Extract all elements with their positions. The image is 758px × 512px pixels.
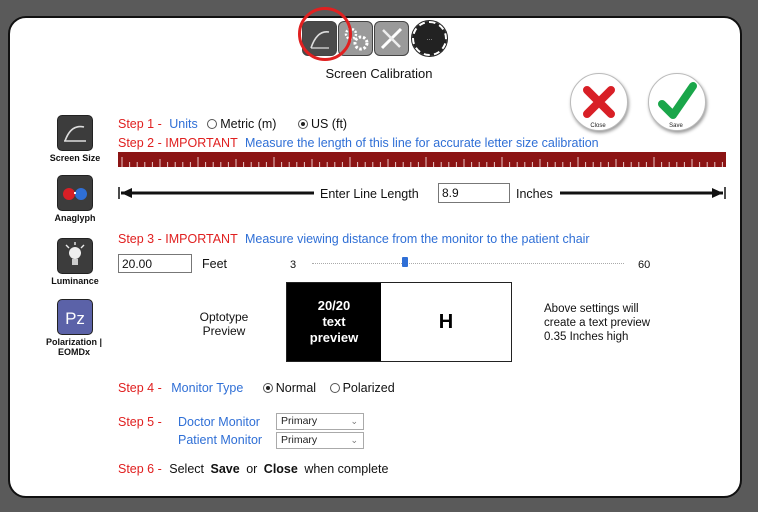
preview-info: Above settings will create a text preview… <box>544 303 651 343</box>
step3-row: Step 3 - IMPORTANT Measure viewing dista… <box>118 232 590 246</box>
distance-unit: Feet <box>202 257 228 271</box>
patient-monitor-label: Patient Monitor <box>178 433 263 447</box>
step5-prefix: Step 5 - <box>118 415 162 429</box>
step4-label: Monitor Type <box>171 381 244 395</box>
sidebar-item-label: Screen Size <box>49 153 101 163</box>
calibration-ruler <box>118 152 726 167</box>
lightbulb-icon <box>57 238 93 274</box>
sidebar-item-luminance[interactable]: Luminance <box>46 238 104 286</box>
line-length-label: Enter Line Length <box>320 187 419 201</box>
metric-radio[interactable]: Metric (m) <box>207 117 276 131</box>
close-label: Close <box>590 123 606 129</box>
step1-label: Units <box>169 117 198 131</box>
optotype-preview-label: Optotype Preview <box>199 310 249 338</box>
sidebar-item-screen-size[interactable]: Screen Size <box>46 115 104 163</box>
save-label: Save <box>669 123 683 129</box>
optotype-preview-box: 20/20 text preview H <box>286 282 512 362</box>
polarized-radio[interactable]: Polarized <box>329 381 395 395</box>
distance-slider-thumb[interactable] <box>402 257 409 267</box>
step2-text: Measure the length of this line for accu… <box>244 136 599 150</box>
viewing-distance-input[interactable] <box>118 254 192 273</box>
chevron-down-icon: ⌄ <box>350 416 358 426</box>
sidebar-item-anaglyph[interactable]: Anaglyph <box>46 175 104 223</box>
pz-icon: Pz <box>57 299 93 335</box>
acuity-block: 20/20 text preview <box>287 283 381 361</box>
line-length-input[interactable] <box>438 183 510 203</box>
sidebar-item-label: Luminance <box>51 276 99 286</box>
sidebar-item-label: Anaglyph <box>54 213 96 223</box>
x-icon <box>583 86 615 118</box>
line-length-unit: Inches <box>516 187 553 201</box>
slider-min-label: 3 <box>290 259 297 271</box>
step2-row: Step 2 - IMPORTANT Measure the length of… <box>118 136 599 150</box>
sidebar-item-label: Polarization | EOMDx <box>45 337 103 357</box>
step1-prefix: Step 1 - <box>118 117 162 131</box>
doctor-monitor-select[interactable]: Primary ⌄ <box>276 413 364 430</box>
step4-prefix: Step 4 - <box>118 381 162 395</box>
step6-row: Step 6 - Select Save or Close when compl… <box>118 462 389 476</box>
svg-text:···: ··· <box>427 37 433 43</box>
checkmark-icon <box>658 82 697 119</box>
step1-row: Step 1 - Units Metric (m) US (ft) <box>118 117 347 131</box>
anaglyph-icon <box>57 175 93 211</box>
tools-tab-icon[interactable] <box>374 21 409 56</box>
chevron-down-icon: ⌄ <box>350 435 358 445</box>
step4-row: Step 4 - Monitor Type Normal Polarized <box>118 381 395 395</box>
us-radio[interactable]: US (ft) <box>297 117 347 131</box>
normal-radio[interactable]: Normal <box>262 381 316 395</box>
svg-text:Pz: Pz <box>65 309 85 328</box>
distance-slider-track[interactable] <box>312 263 624 264</box>
active-tab-highlight <box>298 7 352 61</box>
step3-text: Measure viewing distance from the monito… <box>244 232 590 246</box>
screen-size-icon <box>57 115 93 151</box>
sidebar-item-polarization[interactable]: Pz Polarization | EOMDx <box>46 299 104 357</box>
step3-prefix: Step 3 - IMPORTANT <box>118 232 238 246</box>
patient-monitor-select[interactable]: Primary ⌄ <box>276 432 364 449</box>
step2-prefix: Step 2 - IMPORTANT <box>118 136 238 150</box>
slider-max-label: 60 <box>638 259 651 271</box>
optotype-letter: H <box>438 311 454 333</box>
page-title: Screen Calibration <box>325 66 433 81</box>
doctor-monitor-label: Doctor Monitor <box>178 415 260 429</box>
step6-prefix: Step 6 - <box>118 462 162 476</box>
measure-line-arrow <box>118 187 726 199</box>
reset-tab-icon[interactable]: ··· <box>411 20 448 57</box>
